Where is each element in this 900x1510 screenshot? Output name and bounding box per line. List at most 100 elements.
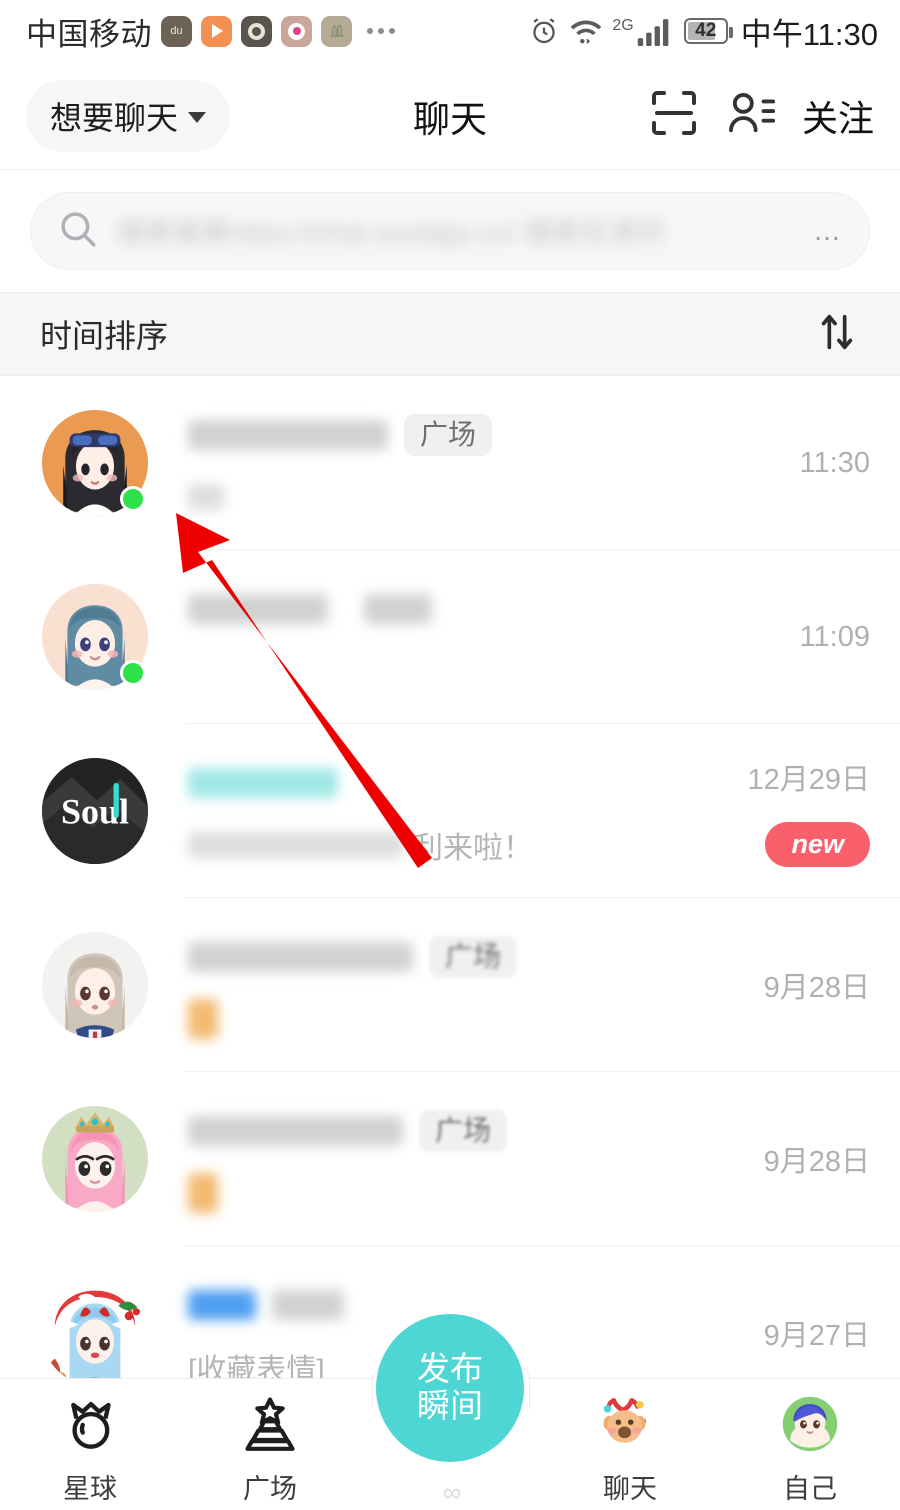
search-input[interactable]: 搜索或者https://chat.soulapp.cn/ 搜索名清列 … bbox=[30, 192, 870, 270]
publish-moment-button[interactable]: 发布 瞬间 bbox=[376, 1314, 524, 1462]
nav-actions: 关注 bbox=[648, 87, 874, 144]
row-preview bbox=[188, 480, 784, 514]
row-content bbox=[148, 586, 784, 688]
home-indicator: ∞ bbox=[442, 1477, 461, 1507]
timestamp: 9月28日 bbox=[763, 1146, 870, 1178]
table-row[interactable]: 11:09 bbox=[0, 550, 900, 724]
wifi-icon bbox=[569, 16, 603, 46]
row-meta: 11:30 bbox=[784, 447, 870, 480]
row-preview bbox=[188, 654, 784, 688]
mood-filter-chip[interactable]: 想要聊天 bbox=[26, 79, 231, 152]
preview-text bbox=[188, 484, 224, 510]
timestamp: 12月29日 bbox=[747, 763, 870, 796]
row-content: 广场 bbox=[148, 1108, 748, 1213]
preview-text: 利来啦！ bbox=[413, 832, 533, 865]
source-tag: 广场 bbox=[404, 414, 493, 456]
table-row[interactable]: 广场 9月28日 bbox=[0, 898, 900, 1072]
sidebar-item-plaza[interactable]: 广场 bbox=[180, 1393, 360, 1506]
source-tag: 广场 bbox=[419, 1110, 508, 1152]
row-preview bbox=[188, 999, 748, 1039]
girl-christmas-avatar bbox=[42, 1280, 148, 1386]
sort-label: 时间排序 bbox=[40, 318, 169, 354]
search-overflow-ellipsis: … bbox=[813, 215, 843, 246]
timestamp: 11:09 bbox=[799, 620, 870, 653]
chevron-down-icon bbox=[188, 112, 207, 123]
battery-percent-label: 42 bbox=[695, 20, 717, 41]
nickname-suffix bbox=[272, 1290, 344, 1320]
sidebar-item-label: 广场 bbox=[243, 1474, 297, 1504]
row-content: 广场 bbox=[148, 412, 784, 514]
signal-bars-icon bbox=[637, 15, 675, 47]
table-row[interactable]: Soul 利来啦！ 12月29日 new bbox=[0, 724, 900, 898]
row-content: 广场 bbox=[148, 934, 748, 1039]
soul-official-avatar: Soul bbox=[42, 758, 148, 864]
row-preview: 利来啦！ bbox=[188, 828, 731, 865]
row-header: 广场 bbox=[188, 934, 748, 980]
row-header: 广场 bbox=[188, 412, 784, 458]
timestamp: 9月28日 bbox=[763, 972, 870, 1004]
avatar[interactable] bbox=[42, 1106, 148, 1212]
nickname bbox=[188, 1116, 403, 1146]
preview-text-blurred bbox=[188, 832, 403, 858]
preview-text bbox=[188, 1173, 218, 1213]
music-icon bbox=[281, 15, 312, 47]
fab-label-line1: 发布 bbox=[417, 1350, 483, 1388]
status-bar-right: 2G 42 中午11:30 bbox=[528, 9, 878, 54]
row-header bbox=[188, 586, 784, 632]
row-meta: 9月28日 bbox=[748, 964, 870, 1006]
sidebar-item-label: 自己 bbox=[783, 1474, 837, 1504]
camera-icon bbox=[241, 15, 272, 47]
avatar[interactable] bbox=[42, 410, 148, 516]
table-row[interactable]: 广场 11:30 bbox=[0, 376, 900, 550]
nickname bbox=[188, 768, 338, 798]
nickname bbox=[188, 942, 413, 972]
timestamp: 11:30 bbox=[799, 446, 870, 479]
mood-chip-label: 想要聊天 bbox=[50, 99, 179, 136]
nav-header: 想要聊天 聊天 关注 bbox=[0, 62, 900, 170]
sort-bar[interactable]: 时间排序 bbox=[0, 292, 900, 376]
timestamp: 9月27日 bbox=[763, 1320, 870, 1352]
phone-screen: 中国移动 du 2G 42 中午11:30 想要聊天 聊天 关注 搜索或者htt… bbox=[0, 0, 900, 1510]
row-preview bbox=[188, 1173, 748, 1213]
sort-arrows-icon[interactable] bbox=[814, 309, 860, 360]
sidebar-item-chat[interactable]: 聊天 bbox=[540, 1393, 720, 1506]
sidebar-item-label: 星球 bbox=[63, 1474, 117, 1504]
carrier-label: 中国移动 bbox=[26, 16, 152, 52]
baidu-icon: du bbox=[161, 15, 192, 47]
preview-text bbox=[188, 999, 218, 1039]
follow-button[interactable]: 关注 bbox=[802, 90, 874, 142]
status-badge: new bbox=[765, 821, 870, 867]
alarm-icon bbox=[528, 15, 560, 47]
nickname bbox=[188, 594, 328, 624]
contacts-icon[interactable] bbox=[724, 88, 778, 143]
row-meta: 9月28日 bbox=[748, 1138, 870, 1180]
search-icon bbox=[57, 208, 99, 255]
row-meta: 11:09 bbox=[784, 621, 870, 654]
weather-icon bbox=[321, 15, 352, 47]
row-header bbox=[188, 760, 731, 806]
source-tag-blurred bbox=[364, 594, 432, 624]
row-header: 广场 bbox=[188, 1108, 748, 1154]
planet-cat-icon bbox=[61, 1393, 119, 1455]
status-clock: 中午11:30 bbox=[740, 16, 878, 52]
table-row[interactable]: 广场 9月28日 bbox=[0, 1072, 900, 1246]
avatar[interactable] bbox=[42, 584, 148, 690]
sidebar-item-label: 聊天 bbox=[603, 1474, 657, 1504]
online-status-dot bbox=[120, 660, 146, 686]
chat-list: 广场 11:30 11:09 Soul 利来啦！ 12月29日 new 广场 9… bbox=[0, 376, 900, 1420]
avatar[interactable] bbox=[42, 1280, 148, 1386]
plaza-tree-icon bbox=[241, 1393, 299, 1455]
row-meta: 12月29日 new bbox=[731, 756, 870, 867]
sidebar-item-planet[interactable]: 星球 bbox=[0, 1393, 180, 1506]
online-status-dot bbox=[120, 486, 146, 512]
sidebar-item-profile[interactable]: 自己 bbox=[720, 1393, 900, 1506]
avatar[interactable]: Soul bbox=[42, 758, 148, 864]
video-play-icon bbox=[201, 15, 232, 47]
scan-icon[interactable] bbox=[648, 87, 700, 144]
row-content: 利来啦！ bbox=[148, 760, 731, 865]
avatar[interactable] bbox=[42, 932, 148, 1038]
profile-avatar-icon bbox=[781, 1393, 839, 1455]
girl-beige-avatar bbox=[42, 932, 148, 1038]
status-overflow-icon bbox=[367, 28, 395, 34]
battery-icon: 42 bbox=[683, 18, 733, 44]
